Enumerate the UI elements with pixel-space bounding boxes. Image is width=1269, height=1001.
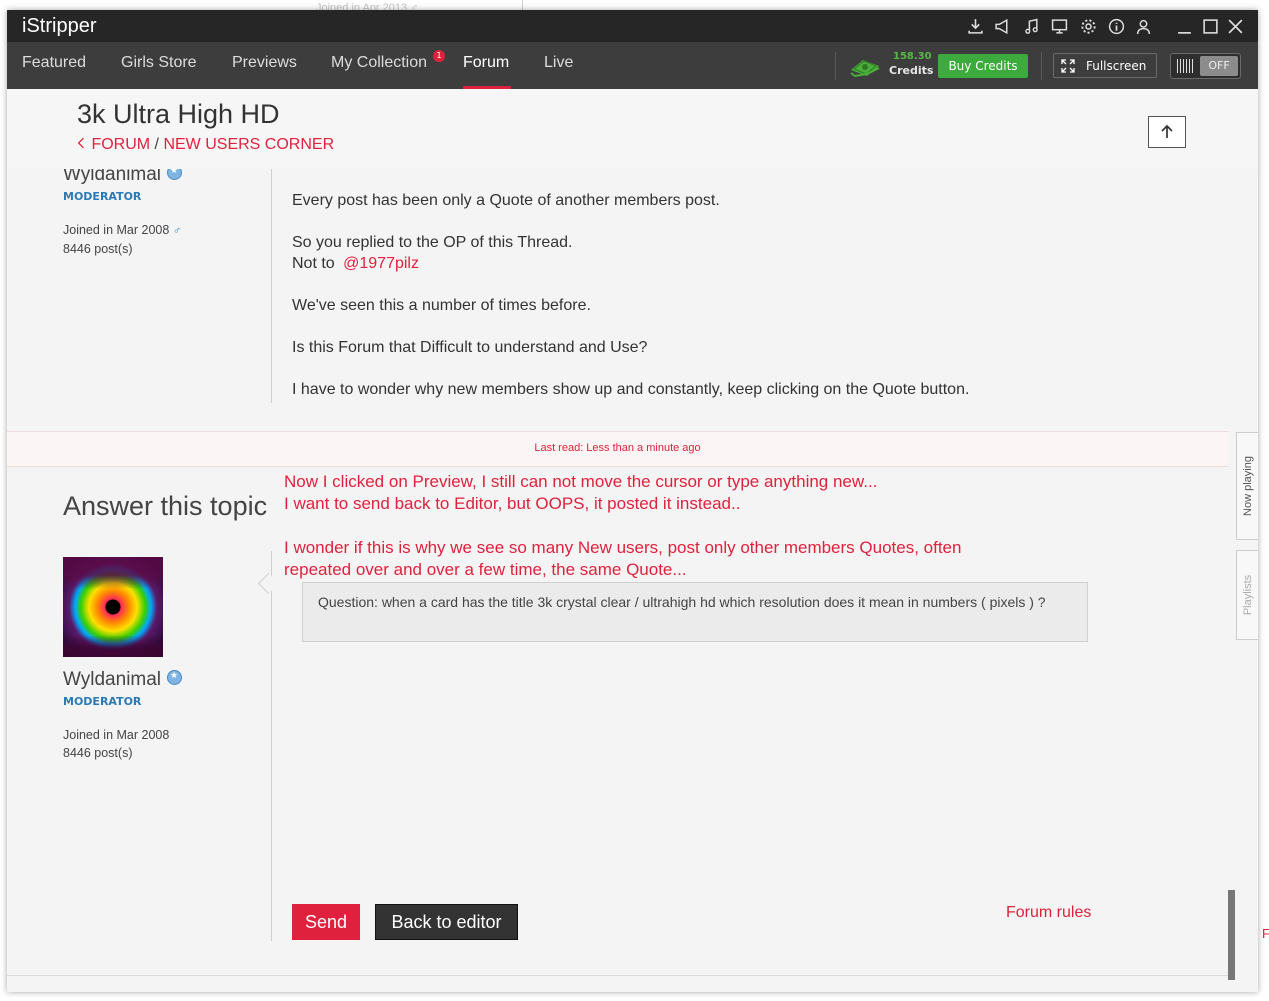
player-toggle[interactable]: OFF [1170,53,1241,79]
nav-divider [835,52,836,80]
topic-content: Wyldanimal MODERATOR Joined in Mar 2008 … [7,169,1228,992]
app-window: iStripper Featured Girls Store Previews … [7,10,1258,992]
post-author-meta: Joined in Mar 2008 ♂ 8446 post(s) [63,221,181,258]
answer-topic-title: Answer this topic [63,491,268,521]
post-body: Every post has been only a Quote of anot… [292,190,1192,421]
answer-post-count: 8446 post(s) [63,746,133,760]
post-author-name[interactable]: Wyldanimal [63,169,161,185]
credits-money-icon [849,54,881,78]
post-joined: Joined in Mar 2008 [63,223,170,237]
breadcrumb: FORUM / NEW USERS CORNER [77,136,334,154]
nav-divider [1041,52,1042,80]
user-mention-link[interactable]: @1977pilz [339,255,419,272]
answer-divider [271,551,272,941]
now-playing-label: Now playing [1241,456,1254,516]
answer-author-role: MODERATOR [63,695,142,708]
annotation-line: repeated over and over a few time, the s… [284,560,687,579]
post-paragraph: So you replied to the OP of this Thread. [292,234,573,251]
page-header: 3k Ultra High HD FORUM / NEW USERS CORNE… [7,89,1258,170]
answer-author-name[interactable]: Wyldanimal [63,669,161,690]
bubble-pointer [257,572,280,595]
toggle-state: OFF [1200,56,1238,76]
credits-label: Credits [889,64,934,77]
back-to-editor-button[interactable]: Back to editor [375,904,518,940]
post-author[interactable]: Wyldanimal [63,169,183,186]
last-read-bar: Last read: Less than a minute ago [7,431,1228,467]
nav-featured[interactable]: Featured [22,54,86,72]
music-icon[interactable] [1021,16,1041,36]
nav-forum[interactable]: Forum [463,54,509,72]
forum-rules-link[interactable]: Forum rules [1006,904,1091,922]
breadcrumb-new-users-corner[interactable]: NEW USERS CORNER [163,136,334,153]
preview-quote: Question: when a card has the title 3k c… [302,582,1088,642]
scrollbar[interactable] [1228,890,1235,980]
main-nav: Featured Girls Store Previews My Collect… [7,42,1258,89]
minimize-icon[interactable] [1174,16,1194,36]
close-icon[interactable] [1225,16,1245,36]
post-author-role: MODERATOR [63,190,142,203]
answer-author-meta: Joined in Mar 2008 8446 post(s) [63,726,169,762]
app-logo: iStripper [22,15,97,37]
answer-author[interactable]: Wyldanimal [63,669,183,691]
male-icon: ♂ [172,225,182,237]
post-count: 8446 post(s) [63,242,133,256]
annotation-line: Now I clicked on Preview, I still can no… [284,472,878,491]
footer-divider [7,975,1228,976]
maximize-icon[interactable] [1200,16,1220,36]
gear-icon[interactable] [1078,16,1098,36]
user-icon[interactable] [1133,16,1153,36]
title-bar: iStripper [7,10,1258,42]
background-desktop [0,0,1269,10]
post-paragraph: I have to wonder why new members show up… [292,381,970,398]
breadcrumb-separator: / [150,136,164,153]
fullscreen-label: Fullscreen [1086,59,1147,73]
moderator-star-icon [167,670,183,686]
monitor-icon[interactable] [1049,16,1069,36]
background-edge-text: F [1262,926,1269,941]
nav-live[interactable]: Live [544,54,573,72]
nav-girls-store[interactable]: Girls Store [121,54,197,72]
post-paragraph: Every post has been only a Quote of anot… [292,192,720,209]
playlists-tab[interactable]: Playlists [1236,550,1258,640]
answer-joined: Joined in Mar 2008 [63,728,170,742]
credits-amount: 158.30 [893,51,932,62]
nav-previews[interactable]: Previews [232,54,297,72]
expand-icon [1061,59,1075,73]
playlists-label: Playlists [1241,574,1254,616]
info-icon[interactable] [1106,16,1126,36]
fullscreen-button[interactable]: Fullscreen [1053,53,1157,78]
post-paragraph: We've seen this a number of times before… [292,297,591,314]
nav-my-collection[interactable]: My Collection [331,54,427,72]
megaphone-icon[interactable] [992,16,1012,36]
moderator-star-icon [167,169,183,181]
post-divider [271,169,272,403]
annotation-line: I want to send back to Editor, but OOPS,… [284,494,741,513]
breadcrumb-forum[interactable]: FORUM [91,136,150,153]
buy-credits-button[interactable]: Buy Credits [938,54,1028,78]
download-icon[interactable] [965,16,985,36]
last-read-text: Last read: Less than a minute ago [534,442,701,454]
now-playing-tab[interactable]: Now playing [1236,432,1258,540]
chevron-left-icon[interactable] [77,136,87,154]
scroll-top-button[interactable] [1148,116,1186,148]
background-divider [522,0,523,10]
avatar[interactable] [63,557,163,657]
post-text: Not to [292,255,335,272]
arrow-up-icon [1161,124,1173,138]
page-title: 3k Ultra High HD [77,99,280,129]
barcode-icon [1177,59,1195,73]
post-paragraph: Is this Forum that Difficult to understa… [292,339,648,356]
collection-badge: 1 [433,50,445,62]
annotation-line: I wonder if this is why we see so many N… [284,538,962,557]
send-button[interactable]: Send [292,904,360,940]
